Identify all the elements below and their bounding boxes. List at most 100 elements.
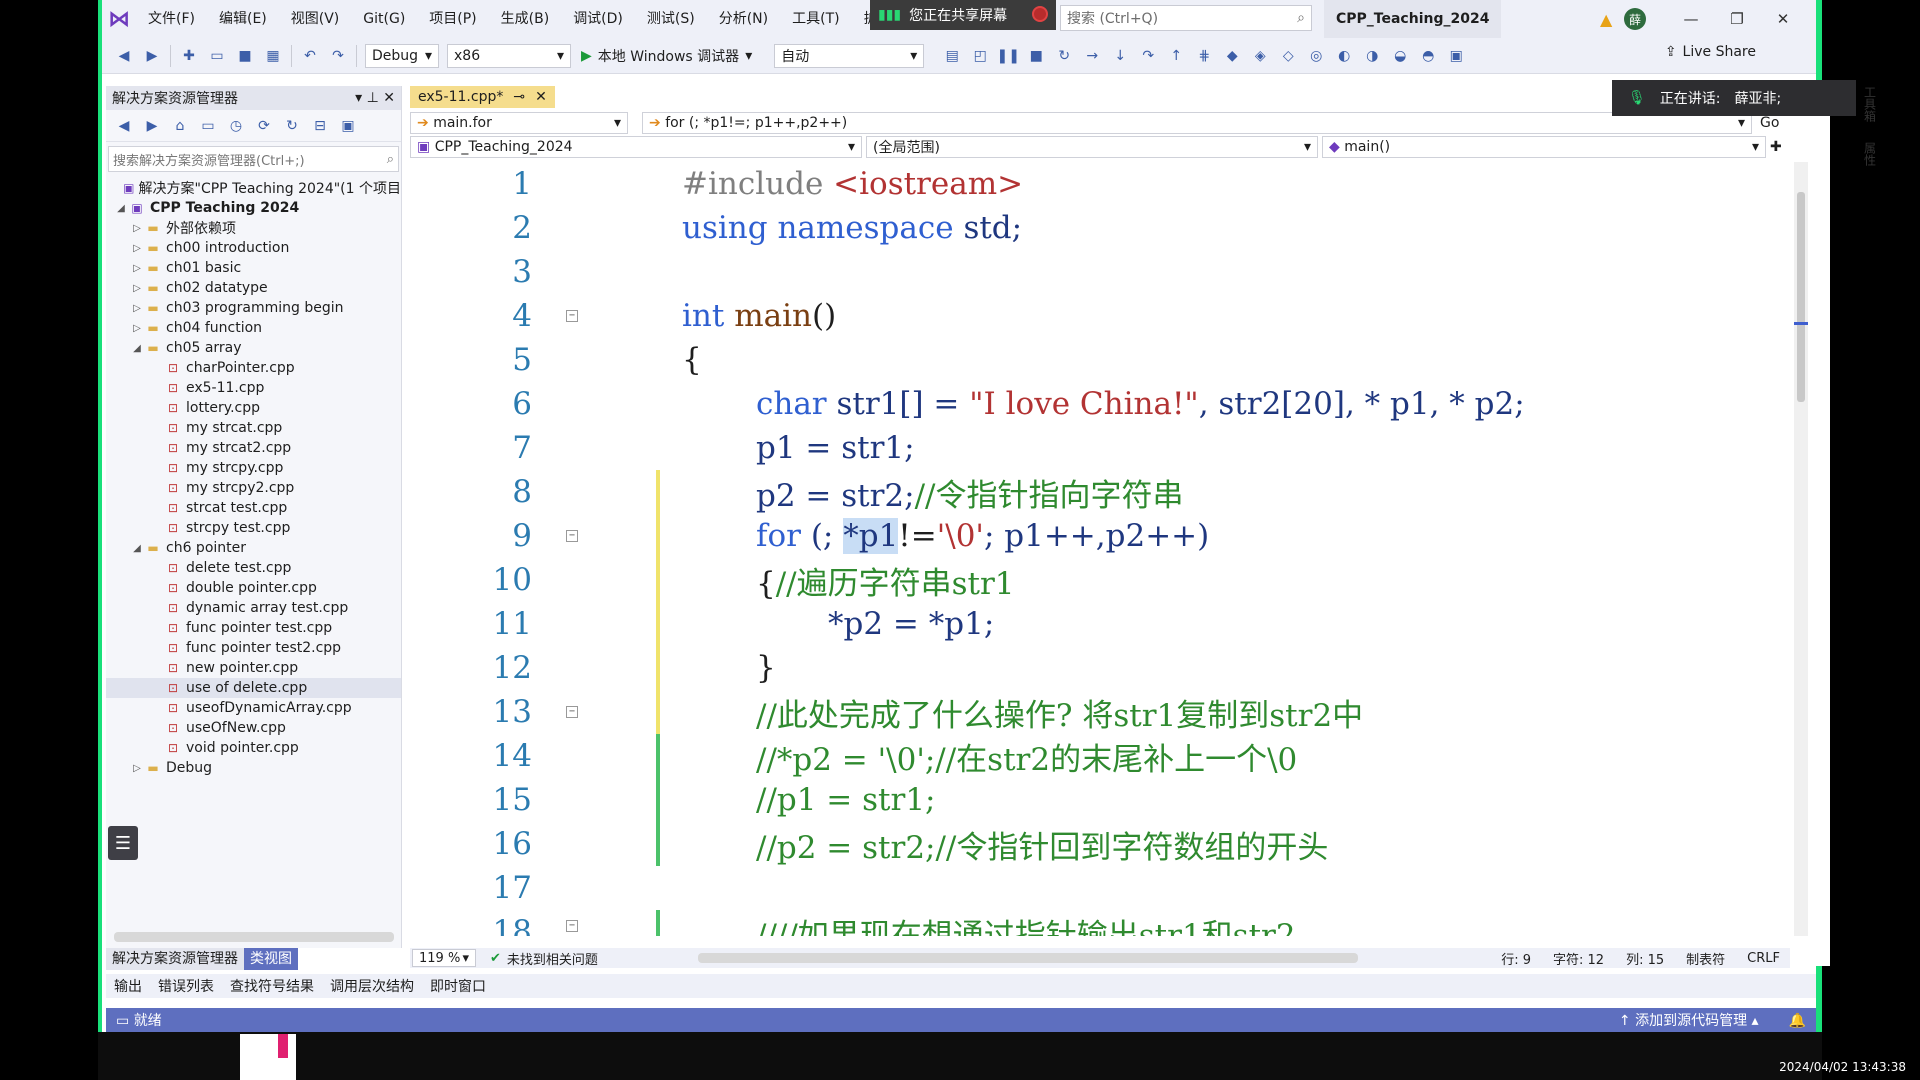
back-icon[interactable]: ◀	[112, 114, 136, 138]
tree-folder[interactable]: ▷ ▬ ch04 function	[106, 318, 401, 338]
tree-file[interactable]: ⊡ my strcat.cpp	[106, 418, 401, 438]
document-tab[interactable]: ex5-11.cpp* ⊸ ✕	[410, 86, 555, 108]
auto-select[interactable]: 自动 ▾	[774, 43, 925, 68]
tree-folder[interactable]: ◢ ▬ ch05 array	[106, 338, 401, 358]
step-icon[interactable]: →	[1080, 44, 1104, 68]
horizontal-scrollbar[interactable]	[114, 932, 394, 942]
tree-file[interactable]: ⊡ strcpy test.cpp	[106, 518, 401, 538]
project-node[interactable]: ◢ ▣ CPP Teaching 2024	[106, 198, 401, 218]
menu-edit[interactable]: 编辑(E)	[207, 0, 279, 38]
tree-file[interactable]: ⊡ dynamic array test.cpp	[106, 598, 401, 618]
stop-share-icon[interactable]	[1032, 6, 1048, 22]
step-into-icon[interactable]: ↓	[1108, 44, 1132, 68]
tree-file[interactable]: ⊡ my strcat2.cpp	[106, 438, 401, 458]
redo-icon[interactable]: ↷	[326, 44, 350, 68]
tree-arrow-icon[interactable]: ▷	[130, 303, 144, 314]
tab-immediate[interactable]: 即时窗口	[422, 976, 494, 996]
horizontal-scrollbar[interactable]	[697, 953, 1358, 963]
tab-output[interactable]: 输出	[106, 976, 150, 996]
tree-folder[interactable]: ▷ ▬ Debug	[106, 758, 401, 778]
tree-arrow-icon[interactable]: ◢	[130, 543, 144, 554]
tree-file[interactable]: ⊡ new pointer.cpp	[106, 658, 401, 678]
solution-search-input[interactable]: 搜索解决方案资源管理器(Ctrl+;) ⌕	[108, 146, 399, 172]
fold-toggle-icon[interactable]: −	[566, 530, 578, 542]
tool-icon[interactable]: ◈	[1248, 44, 1272, 68]
screenshot-icon[interactable]: ◰	[968, 44, 992, 68]
menu-file[interactable]: 文件(F)	[136, 0, 207, 38]
live-share-button[interactable]: ⇪ Live Share	[1665, 44, 1756, 60]
stop-icon[interactable]: ■	[1024, 44, 1048, 68]
menu-build[interactable]: 生成(B)	[489, 0, 562, 38]
menu-test[interactable]: 测试(S)	[635, 0, 707, 38]
tree-file[interactable]: ⊡ use of delete.cpp	[106, 678, 401, 698]
open-folder-icon[interactable]: ▭	[205, 44, 229, 68]
code-editor[interactable]: 1 #include <iostream> 2 using namespace …	[410, 162, 1790, 936]
tree-file[interactable]: ⊡ charPointer.cpp	[106, 358, 401, 378]
refresh-icon[interactable]: ↻	[280, 114, 304, 138]
browse-icon[interactable]: ▤	[940, 44, 964, 68]
go-button[interactable]: Go	[1760, 115, 1779, 131]
menu-analyze[interactable]: 分析(N)	[707, 0, 780, 38]
tab-mode[interactable]: 制表符	[1686, 949, 1725, 968]
step-over-icon[interactable]: ↷	[1136, 44, 1160, 68]
tool-icon[interactable]: ◓	[1416, 44, 1440, 68]
history-icon[interactable]: ◷	[224, 114, 248, 138]
new-project-icon[interactable]: ✚	[177, 44, 201, 68]
collapse-icon[interactable]: ⊟	[308, 114, 332, 138]
tree-file[interactable]: ⊡ useofDynamicArray.cpp	[106, 698, 401, 718]
tree-folder[interactable]: ▷ ▬ ch00 introduction	[106, 238, 401, 258]
chevron-down-icon[interactable]: ▾	[355, 90, 362, 106]
pause-icon[interactable]: ❚❚	[996, 44, 1020, 68]
warning-icon[interactable]: ▲	[1600, 10, 1612, 29]
forward-icon[interactable]: ▶	[140, 114, 164, 138]
fold-toggle-icon[interactable]: −	[566, 706, 578, 718]
tree-arrow-icon[interactable]: ▷	[130, 283, 144, 294]
save-icon[interactable]: ■	[233, 44, 257, 68]
vertical-scrollbar[interactable]	[1794, 162, 1808, 936]
tree-arrow-icon[interactable]: ▷	[130, 323, 144, 334]
tool-icon[interactable]: ◒	[1388, 44, 1412, 68]
tree-file[interactable]: ⊡ ex5-11.cpp	[106, 378, 401, 398]
tree-arrow-icon[interactable]: ▷	[130, 763, 144, 774]
avatar[interactable]: 薛	[1624, 8, 1646, 30]
tree-folder[interactable]: ▷ ▬ ch03 programming begin	[106, 298, 401, 318]
pin-icon[interactable]: ⊸	[513, 89, 525, 105]
menu-git[interactable]: Git(G)	[351, 0, 417, 38]
home-icon[interactable]: ⌂	[168, 114, 192, 138]
tree-file[interactable]: ⊡ my strcpy.cpp	[106, 458, 401, 478]
list-icon[interactable]: ☰	[108, 826, 138, 860]
tool-icon[interactable]: ◐	[1332, 44, 1356, 68]
tree-file[interactable]: ⊡ func pointer test2.cpp	[106, 638, 401, 658]
tree-file[interactable]: ⊡ delete test.cpp	[106, 558, 401, 578]
split-icon[interactable]: ✚	[1770, 139, 1782, 155]
restore-icon[interactable]: ❐	[1714, 0, 1760, 38]
source-control-button[interactable]: ↑ 添加到源代码管理 ▴	[1619, 1013, 1759, 1029]
menu-tools[interactable]: 工具(T)	[780, 0, 851, 38]
tree-arrow-icon[interactable]: ▷	[130, 223, 144, 234]
close-icon[interactable]: ✕	[535, 89, 547, 105]
properties-icon[interactable]: ▣	[336, 114, 360, 138]
tree-arrow-icon[interactable]: ▷	[130, 243, 144, 254]
close-icon[interactable]: ✕	[1760, 0, 1806, 38]
tab-solution-explorer[interactable]: 解决方案资源管理器	[106, 948, 244, 970]
undo-icon[interactable]: ↶	[298, 44, 322, 68]
tree-file[interactable]: ⊡ lottery.cpp	[106, 398, 401, 418]
scope-select[interactable]: (全局范围) ▾	[866, 136, 1318, 158]
tab-error-list[interactable]: 错误列表	[150, 976, 222, 996]
tool-icon[interactable]: ◑	[1360, 44, 1384, 68]
start-debugger-button[interactable]: ▶ 本地 Windows 调试器 ▾	[581, 46, 752, 66]
tree-file[interactable]: ⊡ useOfNew.cpp	[106, 718, 401, 738]
tree-folder[interactable]: ▷ ▬ ch02 datatype	[106, 278, 401, 298]
fold-toggle-icon[interactable]: −	[566, 310, 578, 322]
global-search-input[interactable]: 搜索 (Ctrl+Q) ⌕	[1060, 5, 1312, 31]
pin-icon[interactable]: ⊥	[367, 90, 379, 106]
tab-class-view[interactable]: 类视图	[244, 948, 298, 970]
back-icon[interactable]: ◀	[112, 44, 136, 68]
close-icon[interactable]: ✕	[383, 90, 395, 106]
switch-view-icon[interactable]: ▭	[196, 114, 220, 138]
tool-icon[interactable]: ◇	[1276, 44, 1300, 68]
issues-status[interactable]: 未找到相关问题	[507, 949, 598, 968]
tree-file[interactable]: ⊡ strcat test.cpp	[106, 498, 401, 518]
fold-toggle-icon[interactable]: −	[566, 920, 578, 932]
toolbox-tab[interactable]: 工具箱	[1862, 86, 1879, 122]
